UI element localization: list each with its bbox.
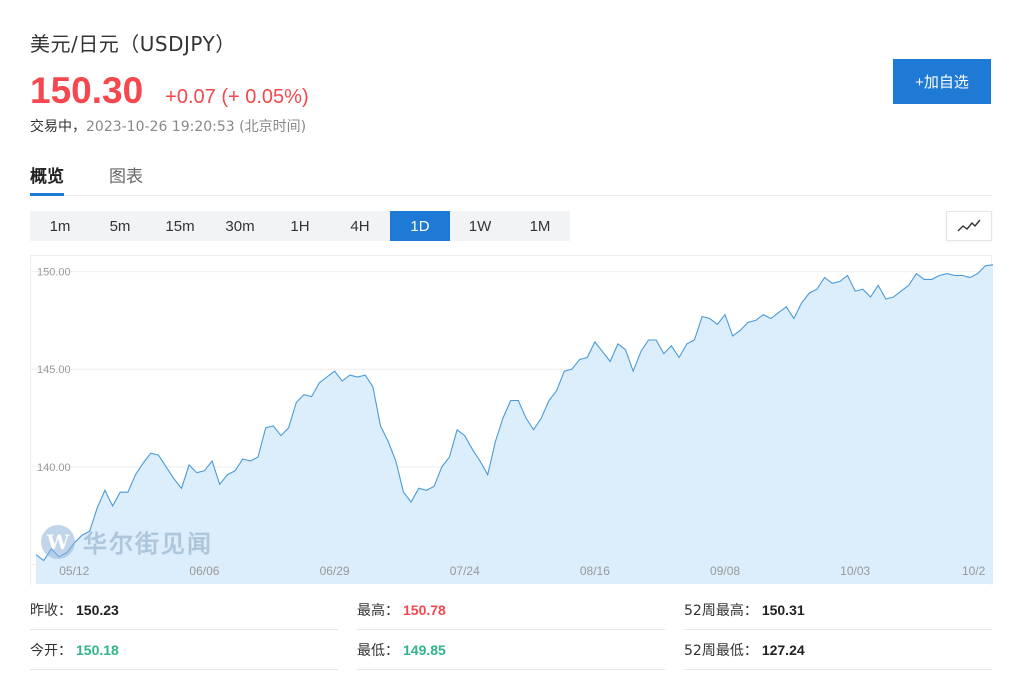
- x-tick-label: 09/08: [710, 564, 740, 578]
- watermark-text: 华尔街见闻: [83, 529, 213, 558]
- trading-status: 交易中，2023-10-26 19:20:53 (北京时间): [30, 116, 306, 136]
- x-tick-label: 06/29: [320, 564, 350, 578]
- period-15m[interactable]: 15m: [150, 211, 210, 241]
- tab-bar: 概览 图表: [30, 162, 992, 196]
- stat-value: 150.18: [76, 641, 119, 658]
- y-tick-label: 140.00: [37, 462, 71, 474]
- stat-value: 150.23: [76, 601, 119, 618]
- period-1m[interactable]: 1m: [30, 211, 90, 241]
- stat-open: 今开： 150.18: [30, 630, 338, 670]
- price-change: +0.07 (+ 0.05%): [165, 86, 309, 108]
- chart-type-toggle[interactable]: [946, 211, 992, 241]
- period-1d[interactable]: 1D: [390, 211, 450, 241]
- x-tick-label: 10/03: [840, 564, 870, 578]
- y-tick-label: 150.00: [37, 267, 71, 279]
- period-1mo[interactable]: 1M: [510, 211, 570, 241]
- status-text: 交易中，: [30, 119, 86, 135]
- stat-label: 最高：: [357, 602, 399, 619]
- x-tick-label: 05/12: [59, 564, 89, 578]
- price-row: 150.30 +0.07 (+ 0.05%): [30, 70, 309, 112]
- stat-label: 今开：: [30, 642, 72, 659]
- current-price: 150.30: [30, 70, 144, 111]
- period-5m[interactable]: 5m: [90, 211, 150, 241]
- timestamp: 2023-10-26 19:20:53 (北京时间): [86, 119, 307, 135]
- stat-prev-close: 昨收： 150.23: [30, 590, 338, 630]
- x-tick-label: 08/16: [580, 564, 610, 578]
- stat-value: 149.85: [403, 641, 446, 658]
- stat-label: 52周最低：: [684, 642, 758, 659]
- x-tick-label: 10/2: [962, 564, 986, 578]
- price-chart[interactable]: 150.00145.00140.00135.0005/1206/0606/290…: [30, 255, 993, 585]
- page-title: 美元/日元（USDJPY）: [30, 32, 236, 56]
- tab-chart[interactable]: 图表: [109, 162, 143, 196]
- period-1w[interactable]: 1W: [450, 211, 510, 241]
- stat-label: 昨收：: [30, 602, 72, 619]
- line-chart-icon: [957, 219, 981, 232]
- stat-value: 150.78: [403, 601, 446, 618]
- period-selector: 1m 5m 15m 30m 1H 4H 1D 1W 1M: [30, 211, 570, 241]
- watermark: W 华尔街见闻: [41, 524, 213, 559]
- stat-low: 最低： 149.85: [357, 630, 665, 670]
- y-tick-label: 145.00: [37, 364, 71, 376]
- watermark-logo-icon: W: [41, 524, 75, 559]
- period-30m[interactable]: 30m: [210, 211, 270, 241]
- x-tick-label: 06/06: [189, 564, 219, 578]
- stat-label: 52周最高：: [684, 602, 758, 619]
- period-4h[interactable]: 4H: [330, 211, 390, 241]
- stat-high: 最高： 150.78: [357, 590, 665, 630]
- stat-52w-high: 52周最高： 150.31: [684, 590, 992, 630]
- stats-row: 昨收： 150.23 最高： 150.78 52周最高： 150.31: [30, 590, 992, 630]
- stat-52w-low: 52周最低： 127.24: [684, 630, 992, 670]
- stat-value: 127.24: [761, 641, 805, 658]
- add-watchlist-button[interactable]: +加自选: [893, 59, 991, 104]
- stats-panel: 昨收： 150.23 最高： 150.78 52周最高： 150.31 今开： 150.…: [30, 590, 992, 670]
- stat-label: 最低：: [357, 642, 399, 659]
- x-tick-label: 07/24: [450, 564, 480, 578]
- stat-value: 150.31: [761, 601, 805, 618]
- period-1h[interactable]: 1H: [270, 211, 330, 241]
- tab-overview[interactable]: 概览: [30, 162, 64, 196]
- stats-row: 今开： 150.18 最低： 149.85 52周最低： 127.24: [30, 630, 992, 670]
